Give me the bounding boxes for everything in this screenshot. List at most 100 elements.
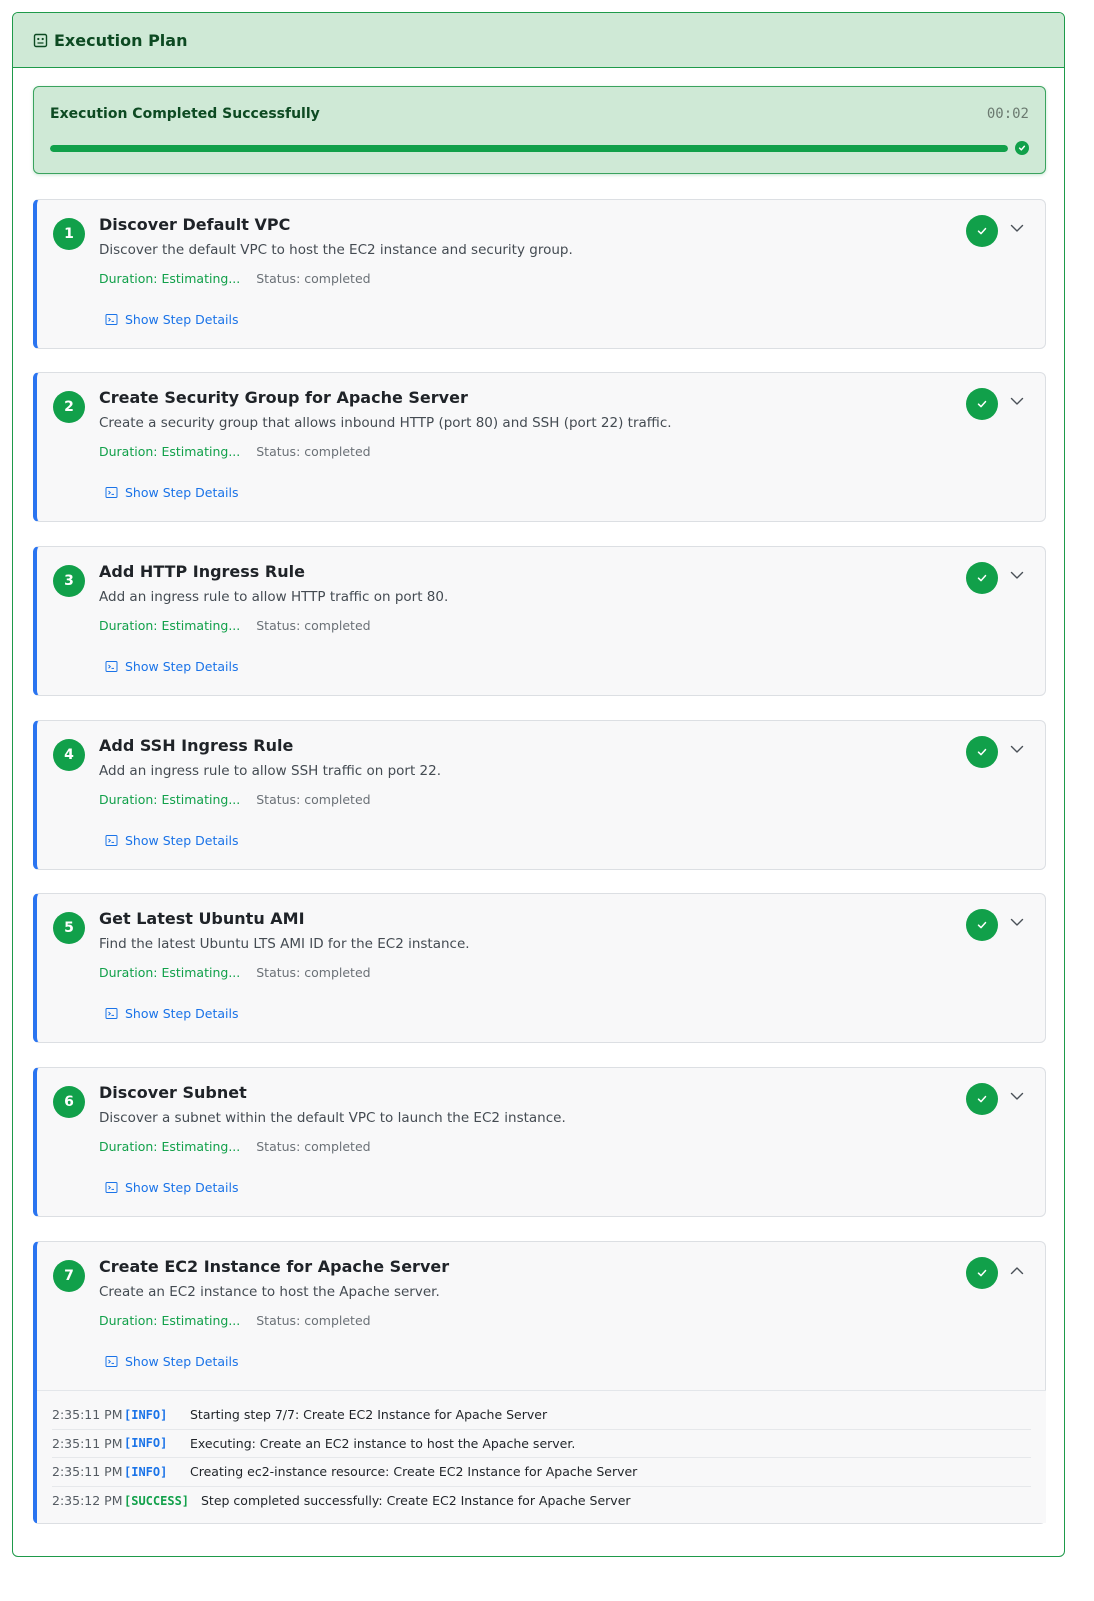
step-number-badge: 1 [53, 218, 85, 250]
step-card-3: 3 Add HTTP Ingress Rule Add an ingress r… [33, 546, 1046, 696]
show-step-details-label: Show Step Details [125, 312, 239, 327]
status-text: Execution Completed Successfully [50, 106, 320, 122]
log-level: [INFO] [124, 1436, 168, 1451]
step-description: Add an ingress rule to allow HTTP traffi… [99, 589, 449, 605]
step-title: Discover Default VPC [99, 215, 291, 234]
show-step-details-label: Show Step Details [125, 1180, 239, 1195]
step-title: Get Latest Ubuntu AMI [99, 909, 305, 928]
step-title: Add HTTP Ingress Rule [99, 562, 305, 581]
log-level: [INFO] [124, 1407, 168, 1422]
step-status: Status: completed [256, 444, 371, 459]
show-step-details-label: Show Step Details [125, 659, 239, 674]
show-step-details-label: Show Step Details [125, 485, 239, 500]
completed-check-icon [966, 388, 998, 420]
terminal-icon [105, 834, 118, 847]
step-meta: Duration: Estimating... Status: complete… [99, 792, 371, 807]
log-message: Creating ec2-instance resource: Create E… [190, 1464, 638, 1480]
completed-check-icon [966, 562, 998, 594]
step-status: Status: completed [256, 965, 371, 980]
step-title: Add SSH Ingress Rule [99, 736, 294, 755]
show-step-details-button[interactable]: Show Step Details [105, 659, 238, 674]
execution-plan-panel: Execution Plan Execution Completed Succe… [12, 12, 1065, 1557]
completed-check-icon [966, 736, 998, 768]
step-number-badge: 3 [53, 565, 85, 597]
log-row: 2:35:11 PM [INFO] Creating ec2-instance re… [52, 1458, 1031, 1487]
show-step-details-label: Show Step Details [125, 833, 239, 848]
step-log: 2:35:11 PM [INFO] Starting step 7/7: Creat… [37, 1390, 1046, 1523]
step-number-badge: 5 [53, 912, 85, 944]
chevron-down-icon[interactable] [1008, 740, 1026, 758]
step-description: Create an EC2 instance to host the Apach… [99, 1284, 440, 1300]
log-row: 2:35:11 PM [INFO] Executing: Create an EC2… [52, 1430, 1031, 1458]
log-row: 2:35:11 PM [INFO] Starting step 7/7: Creat… [52, 1401, 1031, 1430]
show-step-details-button[interactable]: Show Step Details [105, 485, 238, 500]
step-description: Discover a subnet within the default VPC… [99, 1110, 566, 1126]
elapsed-time: 00:02 [986, 106, 1029, 122]
completed-check-icon [966, 1257, 998, 1289]
show-step-details-button[interactable]: Show Step Details [105, 312, 238, 327]
log-time: 2:35:11 PM [52, 1464, 123, 1480]
progress-bar [50, 145, 1008, 152]
log-level: [SUCCESS] [124, 1493, 190, 1508]
chevron-down-icon[interactable] [1008, 913, 1026, 931]
step-status: Status: completed [256, 618, 371, 633]
step-duration: Duration: Estimating... [99, 792, 241, 807]
step-status: Status: completed [256, 1139, 371, 1154]
log-message: Executing: Create an EC2 instance to hos… [190, 1435, 576, 1451]
step-meta: Duration: Estimating... Status: complete… [99, 271, 371, 286]
step-meta: Duration: Estimating... Status: complete… [99, 1313, 371, 1328]
log-time: 2:35:11 PM [52, 1407, 123, 1423]
step-duration: Duration: Estimating... [99, 965, 241, 980]
step-status: Status: completed [256, 792, 371, 807]
terminal-icon [105, 1007, 118, 1020]
step-card-1: 1 Discover Default VPC Discover the defa… [33, 199, 1046, 349]
panel-title: Execution Plan [54, 30, 188, 50]
step-meta: Duration: Estimating... Status: complete… [99, 618, 371, 633]
chevron-down-icon[interactable] [1008, 219, 1026, 237]
chevron-down-icon[interactable] [1008, 1087, 1026, 1105]
show-step-details-button[interactable]: Show Step Details [105, 833, 238, 848]
show-step-details-label: Show Step Details [125, 1006, 239, 1021]
show-step-details-button[interactable]: Show Step Details [105, 1180, 238, 1195]
show-step-details-button[interactable]: Show Step Details [105, 1354, 238, 1369]
terminal-icon [105, 660, 118, 673]
panel-header: Execution Plan [13, 13, 1064, 68]
execution-status-card: Execution Completed Successfully 00:02 [33, 86, 1046, 174]
step-duration: Duration: Estimating... [99, 618, 241, 633]
show-step-details-label: Show Step Details [125, 1354, 239, 1369]
step-description: Find the latest Ubuntu LTS AMI ID for th… [99, 936, 470, 952]
chevron-up-icon[interactable] [1008, 1261, 1026, 1279]
step-description: Create a security group that allows inbo… [99, 415, 672, 431]
step-meta: Duration: Estimating... Status: complete… [99, 1139, 371, 1154]
step-card-6: 6 Discover Subnet Discover a subnet with… [33, 1067, 1046, 1217]
robot-icon [33, 33, 48, 48]
show-step-details-button[interactable]: Show Step Details [105, 1006, 238, 1021]
step-description: Add an ingress rule to allow SSH traffic… [99, 763, 442, 779]
chevron-down-icon[interactable] [1008, 566, 1026, 584]
terminal-icon [105, 313, 118, 326]
step-number-badge: 4 [53, 739, 85, 771]
log-message: Step completed successfully: Create EC2 … [201, 1493, 631, 1509]
step-title: Create Security Group for Apache Server [99, 388, 468, 407]
step-status: Status: completed [256, 271, 371, 286]
progress-check-icon [1015, 141, 1029, 155]
terminal-icon [105, 1181, 118, 1194]
step-meta: Duration: Estimating... Status: complete… [99, 444, 371, 459]
step-duration: Duration: Estimating... [99, 1313, 241, 1328]
step-duration: Duration: Estimating... [99, 1139, 241, 1154]
completed-check-icon [966, 215, 998, 247]
log-time: 2:35:11 PM [52, 1435, 123, 1451]
step-title: Discover Subnet [99, 1083, 247, 1102]
step-card-5: 5 Get Latest Ubuntu AMI Find the latest … [33, 893, 1046, 1043]
step-number-badge: 7 [53, 1260, 85, 1292]
step-duration: Duration: Estimating... [99, 271, 241, 286]
step-description: Discover the default VPC to host the EC2… [99, 242, 573, 258]
log-level: [INFO] [124, 1464, 168, 1479]
progress-fill [50, 145, 1008, 152]
completed-check-icon [966, 1083, 998, 1115]
step-card-2: 2 Create Security Group for Apache Serve… [33, 372, 1046, 522]
chevron-down-icon[interactable] [1008, 392, 1026, 410]
terminal-icon [105, 486, 118, 499]
completed-check-icon [966, 909, 998, 941]
step-number-badge: 2 [53, 391, 85, 423]
